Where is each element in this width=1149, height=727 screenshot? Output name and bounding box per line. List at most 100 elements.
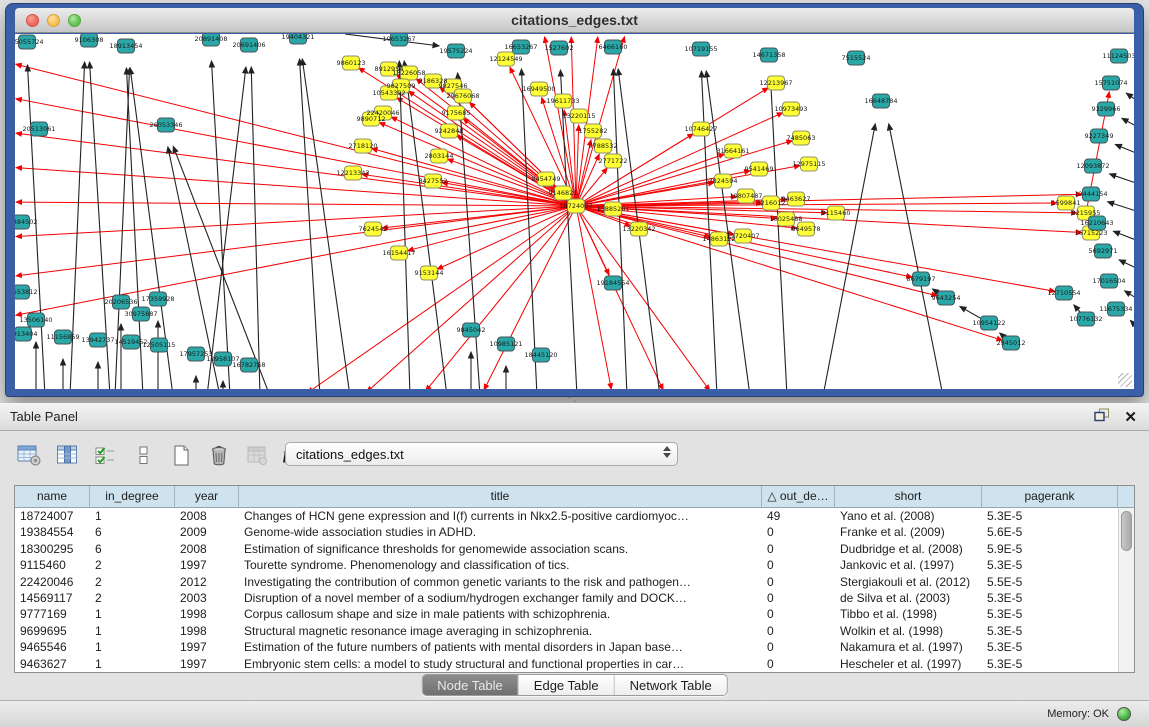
- table-toolbar: f(x): [16, 439, 308, 471]
- cell-short: Jankovic et al. (1997): [835, 557, 982, 573]
- table-mode-icon[interactable]: [16, 442, 42, 468]
- graph-edge: [1130, 320, 1134, 326]
- graph-node-label: 8427552: [419, 177, 448, 185]
- cell-year: 1997: [175, 557, 239, 573]
- close-panel-icon[interactable]: ✕: [1124, 410, 1137, 426]
- cell-out_de: 0: [762, 590, 835, 606]
- table-scrollbar[interactable]: [1118, 508, 1134, 672]
- graph-node-label: 31664161: [716, 147, 749, 155]
- graph-node-label: 7515524: [842, 54, 871, 62]
- graph-node-label: 16210643: [1080, 219, 1113, 227]
- table-row[interactable]: 969969511998Structural magnetic resonanc…: [15, 623, 1118, 639]
- graph-node-label: 11124503: [1102, 52, 1134, 60]
- graph-node-label: 16782758: [232, 361, 265, 369]
- graph-node-label: 18445120: [524, 351, 557, 359]
- tab-edge-table[interactable]: Edge Table: [519, 675, 615, 695]
- graph-edge: [701, 71, 717, 389]
- graph-node-label: 9153144: [415, 269, 444, 277]
- cell-in_degree: 2: [90, 574, 175, 590]
- graph-node-label: 15055724: [15, 38, 44, 46]
- graph-node-label: 13942737: [81, 336, 114, 344]
- graph-node-label: 10973493: [774, 105, 807, 113]
- cell-short: Hescheler et al. (1997): [835, 656, 982, 672]
- column-header-name[interactable]: name: [15, 486, 90, 507]
- graph-node-label: 14671358: [752, 51, 785, 59]
- network-canvas[interactable]: 1505572491063081891345420891408206914061…: [15, 34, 1134, 389]
- cell-year: 1997: [175, 639, 239, 655]
- cell-in_degree: 2: [90, 590, 175, 606]
- graph-node-label: 14384502: [15, 218, 38, 226]
- table-select-dropdown[interactable]: citations_edges.txt: [285, 442, 678, 466]
- graph-node-label: 9649578: [792, 225, 821, 233]
- graph-node-label: 20553812: [15, 288, 38, 296]
- column-header-out_de[interactable]: △ out_de…: [762, 486, 835, 507]
- column-header-short[interactable]: short: [835, 486, 982, 507]
- graph-node-label: 10543392: [372, 89, 405, 97]
- cell-out_de: 0: [762, 574, 835, 590]
- cell-year: 2009: [175, 524, 239, 540]
- graph-node-label: 12444154: [1074, 190, 1107, 198]
- table-scrollbar-thumb[interactable]: [1121, 511, 1132, 551]
- cell-in_degree: 1: [90, 508, 175, 524]
- network-window-titlebar[interactable]: citations_edges.txt: [15, 8, 1134, 33]
- table-row[interactable]: 2242004622012Investigating the contribut…: [15, 574, 1118, 590]
- table-row[interactable]: 946554611997Estimation of the future num…: [15, 639, 1118, 655]
- cell-in_degree: 6: [90, 524, 175, 540]
- graph-node-label: 13220115: [562, 112, 595, 120]
- cell-year: 1998: [175, 606, 239, 622]
- new-table-icon[interactable]: [168, 442, 194, 468]
- graph-node-label: 19575224: [439, 47, 472, 55]
- graph-node-label: 18724007: [559, 202, 592, 210]
- column-header-pagerank[interactable]: pagerank: [982, 486, 1118, 507]
- graph-node-label: 10776132: [1069, 315, 1102, 323]
- select-all-icon[interactable]: [92, 442, 118, 468]
- tab-network-table[interactable]: Network Table: [615, 675, 727, 695]
- graph-node-label: 8215955: [1072, 209, 1101, 217]
- graph-edge: [889, 124, 943, 389]
- table-row[interactable]: 1872400712008Changes of HCN gene express…: [15, 508, 1118, 524]
- column-header-year[interactable]: year: [175, 486, 239, 507]
- graph-node-label: 9146821: [549, 189, 578, 197]
- graph-edge: [16, 64, 576, 206]
- cell-short: Dudbridge et al. (2008): [835, 541, 982, 557]
- graph-node-label: 12505115: [142, 341, 175, 349]
- table-row[interactable]: 1938455462009Genome-wide association stu…: [15, 524, 1118, 540]
- graph-node-label: 20513061: [22, 125, 55, 133]
- tab-node-table[interactable]: Node Table: [422, 675, 519, 695]
- cell-pagerank: 5.3E-5: [982, 557, 1118, 573]
- table-tabs: Node TableEdge TableNetwork Table: [421, 674, 728, 696]
- import-table-icon[interactable]: [244, 442, 270, 468]
- table-row[interactable]: 946362711997Embryonic stem cells: a mode…: [15, 656, 1118, 672]
- cell-year: 2008: [175, 541, 239, 557]
- graph-node-label: 10954122: [972, 319, 1005, 327]
- unselect-all-icon[interactable]: [130, 442, 156, 468]
- cell-in_degree: 1: [90, 639, 175, 655]
- graph-node-label: 9827546: [439, 82, 468, 90]
- canvas-resize-grip[interactable]: [1118, 373, 1132, 387]
- table-body: 1872400712008Changes of HCN gene express…: [15, 508, 1118, 672]
- cell-name: 9463627: [15, 656, 90, 672]
- graph-edge: [576, 206, 611, 389]
- graph-edge: [251, 67, 260, 389]
- delete-table-icon[interactable]: [206, 442, 232, 468]
- graph-edge: [16, 206, 576, 276]
- cell-title: Estimation of significance thresholds fo…: [239, 541, 762, 557]
- graph-node-label: 10719155: [684, 45, 717, 53]
- table-row[interactable]: 1830029562008Estimation of significance …: [15, 541, 1118, 557]
- table-header-row: namein_degreeyeartitle△ out_de…shortpage…: [15, 486, 1134, 508]
- graph-node-label: 12093872: [1076, 162, 1109, 170]
- cell-title: Corpus callosum shape and size in male p…: [239, 606, 762, 622]
- status-bar: Memory: OK: [0, 700, 1149, 727]
- cell-out_de: 0: [762, 623, 835, 639]
- show-columns-icon[interactable]: [54, 442, 80, 468]
- graph-edge: [823, 124, 875, 389]
- column-header-in_degree[interactable]: in_degree: [90, 486, 175, 507]
- float-panel-icon[interactable]: [1094, 408, 1110, 427]
- graph-node-label: 7624542: [359, 225, 388, 233]
- table-row[interactable]: 1456911722003Disruption of a novel membe…: [15, 590, 1118, 606]
- table-row[interactable]: 911546021997Tourette syndrome. Phenomeno…: [15, 557, 1118, 573]
- dropdown-arrows-icon: [663, 446, 671, 458]
- cell-name: 18300295: [15, 541, 90, 557]
- column-header-title[interactable]: title: [239, 486, 762, 507]
- table-row[interactable]: 977716911998Corpus callosum shape and si…: [15, 606, 1118, 622]
